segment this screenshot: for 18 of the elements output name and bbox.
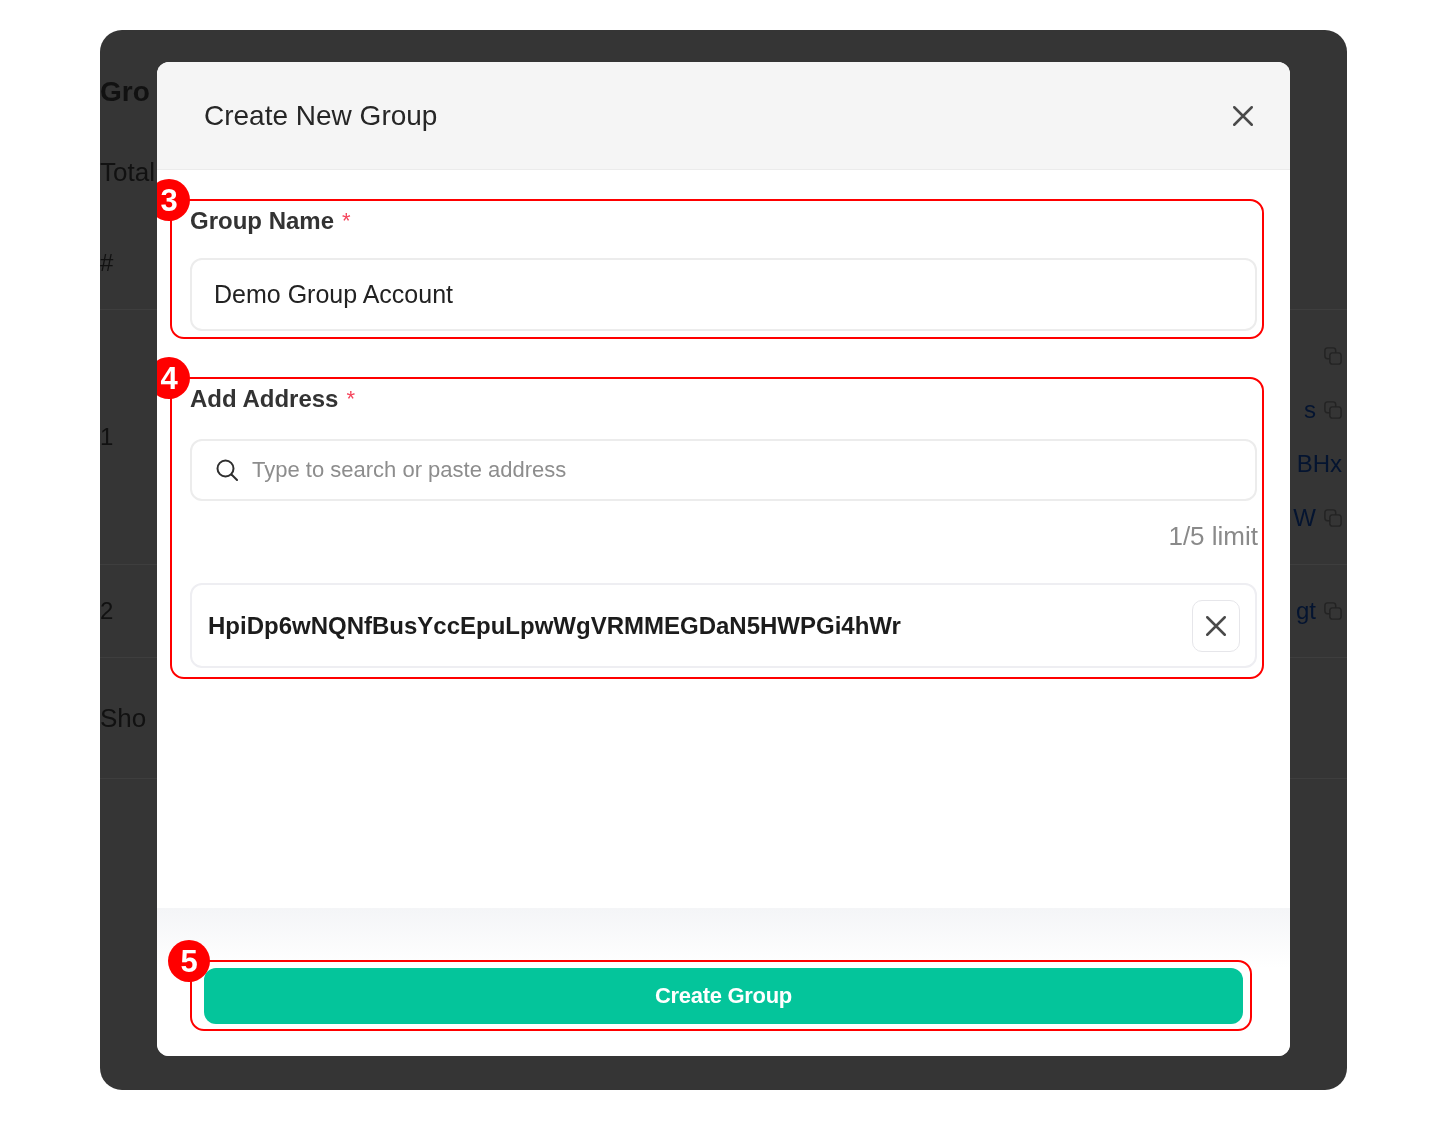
callout-number: 4 (157, 357, 190, 399)
field-label: Group Name (190, 207, 335, 235)
close-icon (1206, 615, 1226, 636)
search-field[interactable]: Type to search or paste address (190, 439, 1257, 501)
remove-button[interactable] (1192, 599, 1240, 652)
field-label: Add Address (190, 385, 339, 413)
column-header: # (100, 249, 114, 277)
callout-number: 3 (157, 179, 190, 221)
required-mark: * (346, 386, 356, 412)
required-mark: * (342, 208, 351, 234)
modal-title: Create New Group (204, 99, 438, 132)
create-group-button[interactable]: Create Group (204, 968, 1243, 1024)
close-icon[interactable] (1233, 105, 1253, 126)
text-field[interactable]: Demo Group Account (190, 258, 1257, 331)
limit-counter: 1/5 limit (1168, 520, 1258, 552)
search-icon (216, 459, 238, 481)
callout-number: 5 (168, 940, 210, 982)
address-text: HpiDp6wNQNfBusYccEpuLpwWgVRMMEGDaN5HWPGi4hWr (208, 611, 901, 640)
